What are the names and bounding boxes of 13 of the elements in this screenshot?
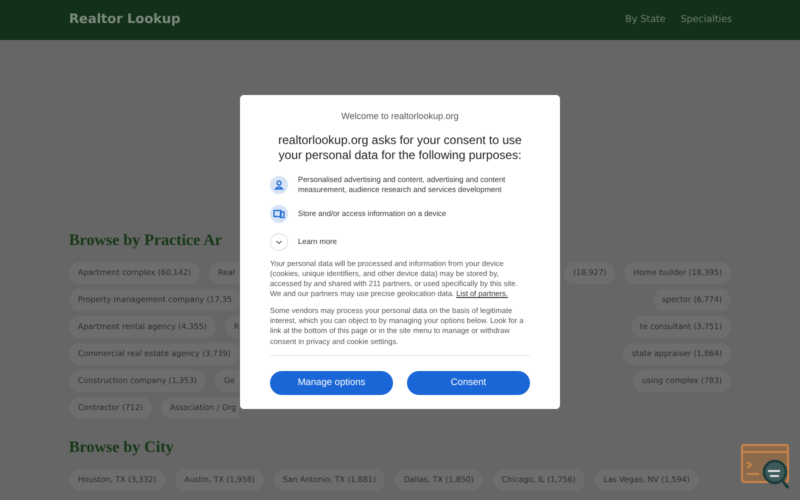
chevron-down-icon[interactable] (270, 232, 288, 250)
dialog-title: Welcome to realtorlookup.org (340, 110, 460, 123)
nav-link[interactable]: Specialties (680, 12, 732, 28)
devices-icon (270, 204, 288, 222)
dialog-heading: realtorlookup.org asks for your consent to use your personal data for the following purposes: (277, 132, 523, 162)
section-heading: Browse by Practice Ar (69, 232, 222, 249)
nav-link[interactable]: By State (625, 12, 666, 28)
manage-options-button[interactable]: Manage options (270, 370, 393, 395)
site-logo[interactable]: Realtor Lookup (69, 10, 180, 30)
section-heading: Browse by City (69, 439, 174, 456)
consent-button[interactable]: Consent (407, 370, 530, 395)
person-icon (270, 176, 288, 194)
browser-search-icon[interactable] (741, 444, 791, 490)
